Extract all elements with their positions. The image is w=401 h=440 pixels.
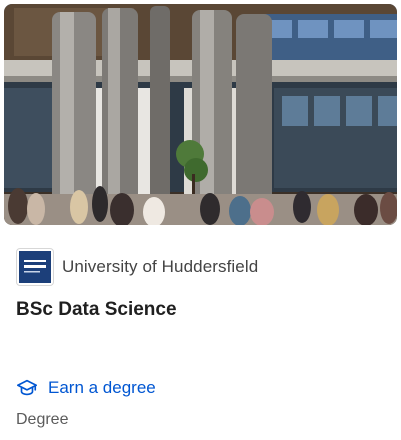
earn-degree-link[interactable]: Earn a degree — [16, 377, 156, 399]
partner-row: University of Huddersfield — [16, 248, 258, 286]
course-card[interactable]: University of Huddersfield BSc Data Scie… — [0, 0, 401, 440]
partner-name: University of Huddersfield — [62, 257, 259, 276]
graduation-cap-icon — [17, 379, 37, 396]
partner-logo — [16, 248, 54, 286]
course-title[interactable]: BSc Data Science — [16, 299, 177, 321]
earn-degree-label: Earn a degree — [48, 378, 156, 397]
university-logo-mark — [19, 251, 51, 283]
campus-image — [4, 4, 397, 225]
product-type-label: Degree — [16, 411, 69, 428]
